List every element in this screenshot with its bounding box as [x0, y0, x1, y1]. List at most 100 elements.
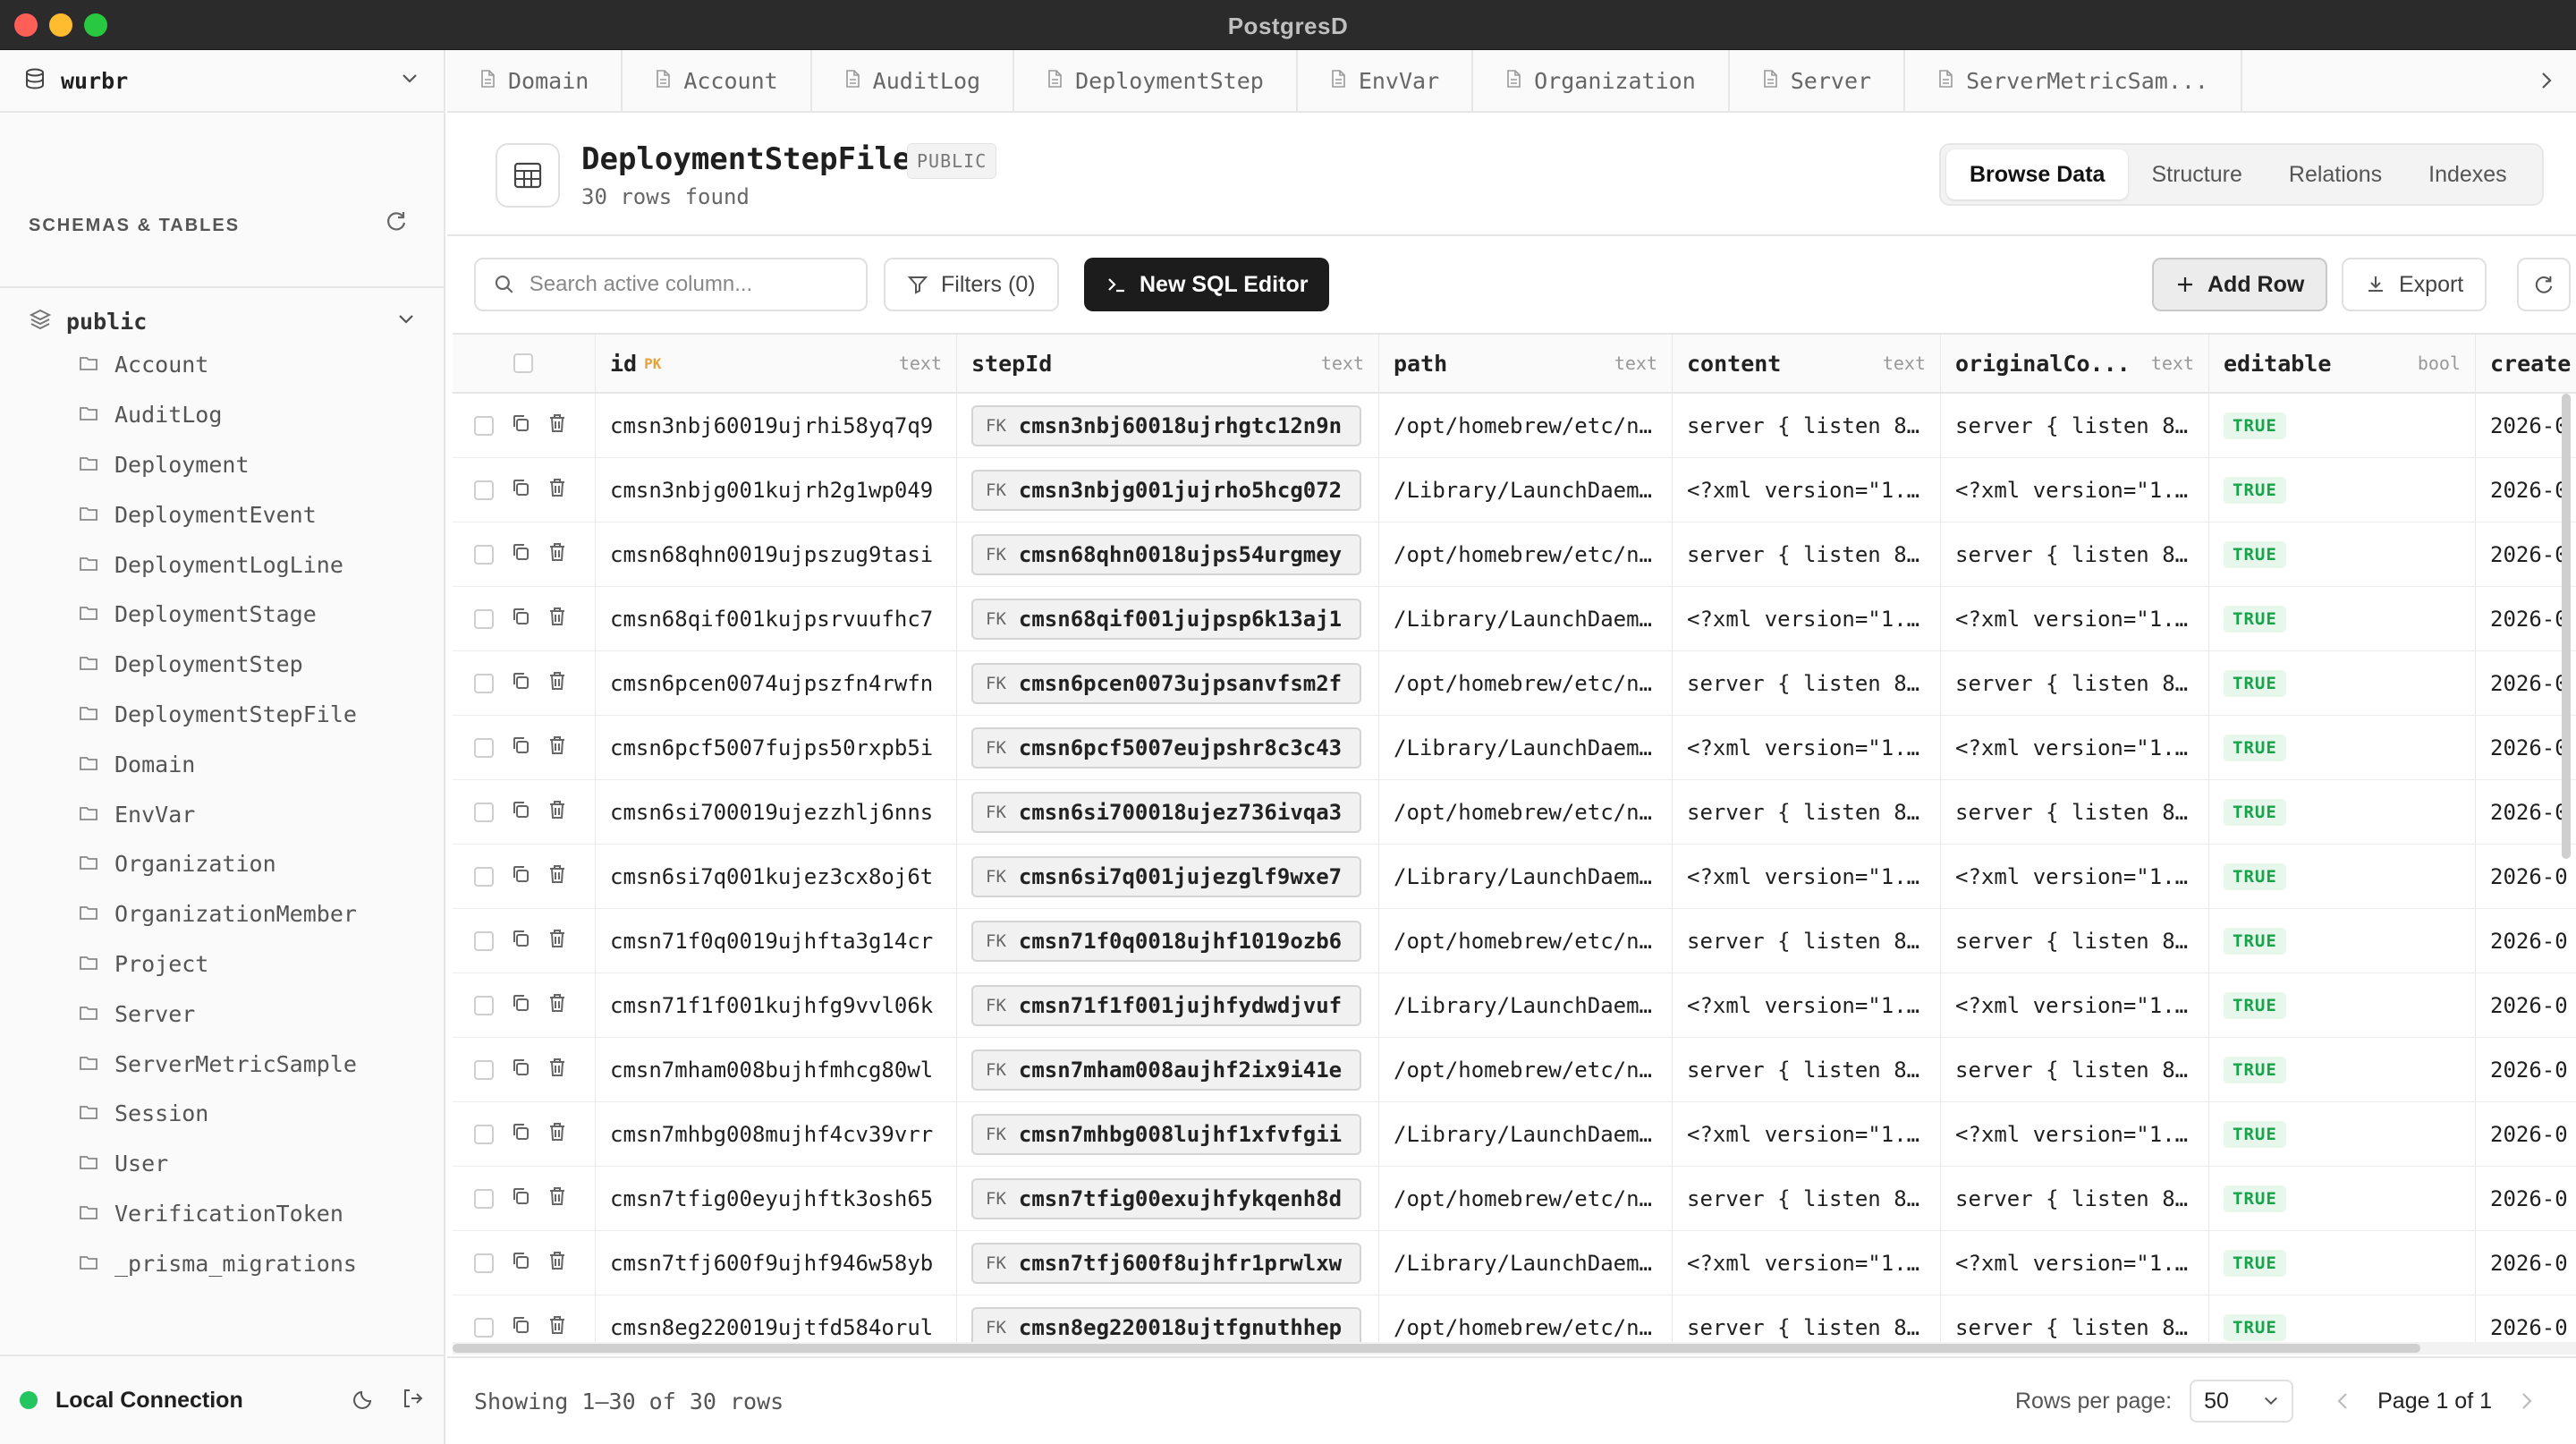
table-row[interactable]: cmsn7mhbg008mujhf4cv39vrr FK cmsn7mhbg008l…: [453, 1102, 2576, 1167]
cell-id[interactable]: cmsn3nbj60019ujrhi58yq7q9: [596, 394, 957, 457]
tab-item[interactable]: DeploymentStep: [1014, 50, 1298, 111]
foreign-key-link[interactable]: FK cmsn71f1f001jujhfydwdjvuf: [971, 984, 1361, 1026]
sidebar-table-item[interactable]: User: [0, 1139, 444, 1189]
column-header[interactable]: editable bool: [2209, 335, 2476, 392]
cell-content[interactable]: server { listen 8...: [1673, 780, 1941, 844]
cell-content[interactable]: server { listen 8...: [1673, 651, 1941, 715]
cell-id[interactable]: cmsn7mham008bujhfmhcg80wl: [596, 1038, 957, 1101]
table-row[interactable]: cmsn6si700019ujezzhlj6nns FK cmsn6si700018…: [453, 780, 2576, 845]
cell-original-content[interactable]: <?xml version="1....: [1941, 973, 2209, 1037]
cell-content[interactable]: <?xml version="1....: [1673, 458, 1941, 522]
cell-editable[interactable]: TRUE: [2209, 909, 2476, 973]
cell-stepid[interactable]: FK cmsn8eg220018ujtfgnuthhep: [957, 1295, 1379, 1344]
cell-editable[interactable]: TRUE: [2209, 394, 2476, 457]
sidebar-table-item[interactable]: Account: [0, 340, 444, 390]
delete-row-button[interactable]: [531, 1057, 567, 1083]
cell-original-content[interactable]: <?xml version="1....: [1941, 845, 2209, 908]
column-header[interactable]: content text: [1673, 335, 1941, 392]
sidebar-table-item[interactable]: VerificationToken: [0, 1189, 444, 1239]
cell-original-content[interactable]: <?xml version="1....: [1941, 1102, 2209, 1166]
cell-stepid[interactable]: FK cmsn3nbjg001jujrho5hcg072: [957, 458, 1379, 522]
refresh-schemas-button[interactable]: [385, 209, 408, 237]
cell-path[interactable]: /opt/homebrew/etc/n...: [1379, 522, 1673, 586]
table-row[interactable]: cmsn71f0q0019ujhfta3g14cr FK cmsn71f0q0018…: [453, 909, 2576, 973]
cell-stepid[interactable]: FK cmsn7mhbg008lujhf1xfvfgii: [957, 1102, 1379, 1166]
tab-item[interactable]: Domain: [447, 50, 623, 111]
cell-path[interactable]: /Library/LaunchDaem...: [1379, 587, 1673, 650]
cell-id[interactable]: cmsn71f1f001kujhfg9vvl06k: [596, 973, 957, 1037]
cell-original-content[interactable]: <?xml version="1....: [1941, 458, 2209, 522]
copy-row-button[interactable]: [494, 928, 531, 955]
table-row[interactable]: cmsn6pcf5007fujps50rxpb5i FK cmsn6pcf5007e…: [453, 716, 2576, 780]
cell-stepid[interactable]: FK cmsn6si7q001jujezglf9wxe7: [957, 845, 1379, 908]
cell-id[interactable]: cmsn7tfj600f9ujhf946w58yb: [596, 1231, 957, 1295]
delete-row-button[interactable]: [531, 1121, 567, 1148]
cell-stepid[interactable]: FK cmsn68qif001jujpsp6k13aj1: [957, 587, 1379, 650]
table-row[interactable]: cmsn8eg220019ujtfd584orul FK cmsn8eg220018…: [453, 1295, 2576, 1344]
cell-path[interactable]: /Library/LaunchDaem...: [1379, 716, 1673, 779]
tab-item[interactable]: EnvVar: [1298, 50, 1474, 111]
cell-original-content[interactable]: server { listen 8...: [1941, 1167, 2209, 1230]
sidebar-table-item[interactable]: _prisma_migrations: [0, 1238, 444, 1288]
cell-original-content[interactable]: server { listen 8...: [1941, 1038, 2209, 1101]
cell-editable[interactable]: TRUE: [2209, 716, 2476, 779]
cell-original-content[interactable]: <?xml version="1....: [1941, 587, 2209, 650]
copy-row-button[interactable]: [494, 1314, 531, 1341]
cell-path[interactable]: /Library/LaunchDaem...: [1379, 1102, 1673, 1166]
column-header[interactable]: path text: [1379, 335, 1673, 392]
delete-row-button[interactable]: [531, 863, 567, 890]
row-checkbox[interactable]: [474, 608, 494, 629]
search-input[interactable]: [529, 272, 848, 297]
cell-id[interactable]: cmsn6si700019ujezzhlj6nns: [596, 780, 957, 844]
foreign-key-link[interactable]: FK cmsn68qhn0018ujps54urgmey: [971, 533, 1361, 575]
cell-stepid[interactable]: FK cmsn68qhn0018ujps54urgmey: [957, 522, 1379, 586]
table-row[interactable]: cmsn68qif001kujpsrvuufhc7 FK cmsn68qif001j…: [453, 587, 2576, 651]
sidebar-table-item[interactable]: Domain: [0, 739, 444, 789]
cell-original-content[interactable]: server { listen 8...: [1941, 909, 2209, 973]
cell-content[interactable]: <?xml version="1....: [1673, 1102, 1941, 1166]
cell-stepid[interactable]: FK cmsn71f1f001jujhfydwdjvuf: [957, 973, 1379, 1037]
cell-stepid[interactable]: FK cmsn7tfig00exujhfykqenh8d: [957, 1167, 1379, 1230]
foreign-key-link[interactable]: FK cmsn7tfj600f8ujhfr1prwlxw: [971, 1242, 1361, 1284]
delete-row-button[interactable]: [531, 670, 567, 697]
row-checkbox[interactable]: [474, 415, 494, 436]
cell-id[interactable]: cmsn6si7q001kujez3cx8oj6t: [596, 845, 957, 908]
cell-id[interactable]: cmsn71f0q0019ujhfta3g14cr: [596, 909, 957, 973]
database-selector[interactable]: wurbr: [0, 50, 444, 113]
delete-row-button[interactable]: [531, 606, 567, 633]
delete-row-button[interactable]: [531, 1185, 567, 1212]
vertical-scrollbar[interactable]: [2560, 394, 2572, 1342]
cell-stepid[interactable]: FK cmsn71f0q0018ujhf1019ozb6: [957, 909, 1379, 973]
sidebar-table-item[interactable]: AuditLog: [0, 390, 444, 440]
cell-content[interactable]: server { listen 8...: [1673, 394, 1941, 457]
cell-original-content[interactable]: <?xml version="1....: [1941, 716, 2209, 779]
cell-id[interactable]: cmsn7tfig00eyujhftk3osh65: [596, 1167, 957, 1230]
next-page-button[interactable]: [2504, 1379, 2549, 1423]
filters-button[interactable]: Filters (0): [884, 258, 1059, 311]
table-row[interactable]: cmsn6si7q001kujez3cx8oj6t FK cmsn6si7q001j…: [453, 845, 2576, 909]
cell-content[interactable]: server { listen 8...: [1673, 1295, 1941, 1344]
row-checkbox[interactable]: [474, 1188, 494, 1209]
cell-editable[interactable]: TRUE: [2209, 458, 2476, 522]
delete-row-button[interactable]: [531, 1314, 567, 1341]
cell-path[interactable]: /opt/homebrew/etc/n...: [1379, 1038, 1673, 1101]
cell-path[interactable]: /opt/homebrew/etc/n...: [1379, 780, 1673, 844]
select-all-checkbox[interactable]: [513, 353, 533, 373]
foreign-key-link[interactable]: FK cmsn7tfig00exujhfykqenh8d: [971, 1177, 1361, 1219]
cell-editable[interactable]: TRUE: [2209, 973, 2476, 1037]
cell-stepid[interactable]: FK cmsn6pcf5007eujpshr8c3c43: [957, 716, 1379, 779]
row-checkbox[interactable]: [474, 480, 494, 500]
cell-content[interactable]: <?xml version="1....: [1673, 973, 1941, 1037]
cell-editable[interactable]: TRUE: [2209, 1231, 2476, 1295]
delete-row-button[interactable]: [531, 992, 567, 1019]
column-header[interactable]: create: [2476, 335, 2576, 392]
cell-stepid[interactable]: FK cmsn3nbj60018ujrhgtc12n9n: [957, 394, 1379, 457]
cell-original-content[interactable]: server { listen 8...: [1941, 522, 2209, 586]
cell-id[interactable]: cmsn6pcen0074ujpszfn4rwfn: [596, 651, 957, 715]
table-row[interactable]: cmsn68qhn0019ujpszug9tasi FK cmsn68qhn0018…: [453, 522, 2576, 587]
copy-row-button[interactable]: [494, 1185, 531, 1212]
sidebar-table-item[interactable]: Session: [0, 1089, 444, 1139]
tabs-scroll-right-button[interactable]: [2517, 50, 2576, 111]
row-checkbox[interactable]: [474, 673, 494, 693]
copy-row-button[interactable]: [494, 1250, 531, 1277]
